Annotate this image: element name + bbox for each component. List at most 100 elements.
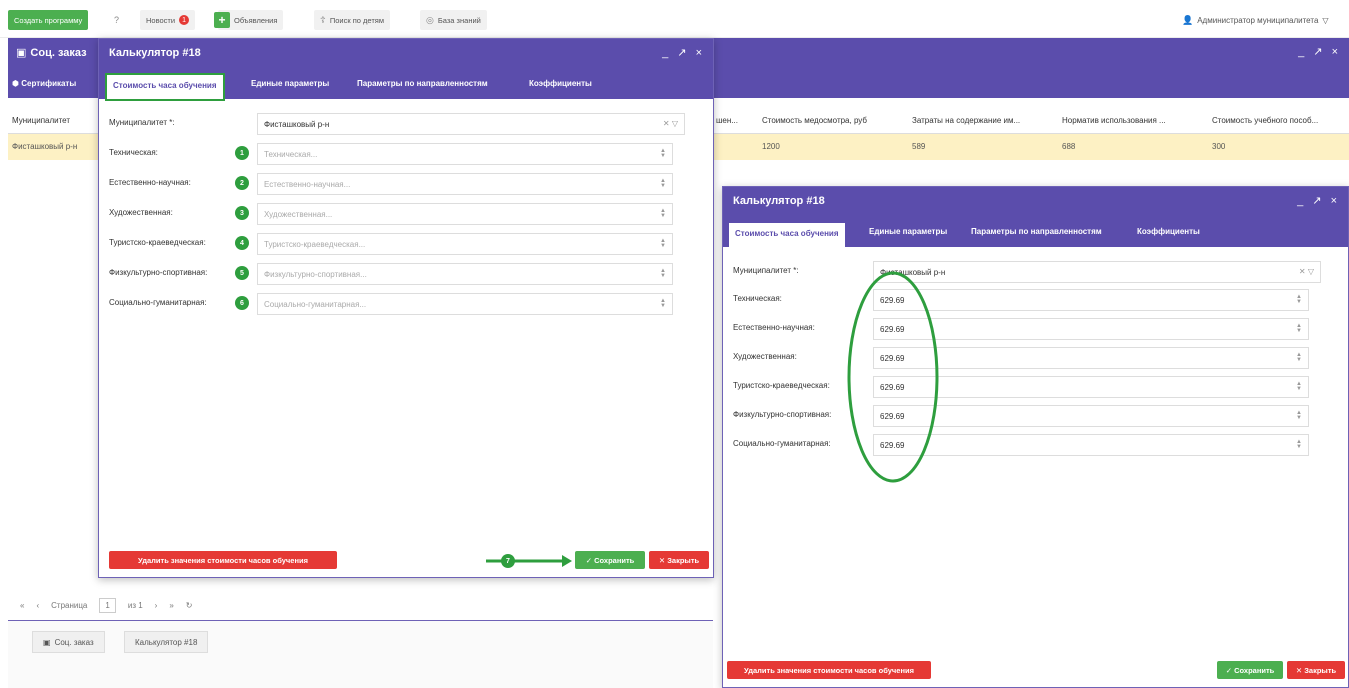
field-placeholder: Туристско-краеведческая... (264, 240, 366, 249)
column-header[interactable]: Стоимость учебного пособ... (1212, 116, 1344, 125)
user-menu[interactable]: 👤 Администратор муниципалитета ▽ (1176, 10, 1335, 30)
municipality-select[interactable]: Фисташковый р-н ✕ ▽ (257, 113, 685, 135)
tab-hour-cost[interactable]: Стоимость часа обучения (729, 223, 845, 247)
close-button[interactable]: ✕ Закрыть (649, 551, 709, 569)
save-button[interactable]: ✓ Сохранить (575, 551, 645, 569)
spinner-icon[interactable]: ▲ ▼ (1296, 410, 1302, 421)
window-controls[interactable]: _ ↗ × (662, 46, 705, 59)
news-badge: 1 (179, 15, 190, 25)
tourism-input[interactable]: Туристско-краеведческая... ▲ ▼ (257, 233, 673, 255)
news-button[interactable]: Новости 1 (140, 10, 196, 30)
save-label: ✓ Сохранить (1225, 665, 1275, 675)
municipality-label: Муниципалитет *: (109, 118, 175, 127)
dialog-tabs: Стоимость часа обучения Единые параметры… (99, 69, 713, 101)
field-label: Туристско-краеведческая: (109, 238, 206, 247)
clear-icon[interactable]: ✕ ▽ (663, 119, 678, 128)
next-page-icon[interactable]: › (155, 601, 158, 610)
field-label: Техническая: (733, 294, 782, 303)
tab-common-params[interactable]: Единые параметры (869, 227, 947, 236)
field-placeholder: Естественно-научная... (264, 180, 351, 189)
spinner-icon[interactable]: ▲ ▼ (660, 148, 666, 159)
window-icon: ▣ (16, 47, 27, 59)
step-number-badge: 6 (235, 296, 249, 310)
clear-icon[interactable]: ✕ ▽ (1299, 267, 1314, 276)
spinner-icon[interactable]: ▲ ▼ (1296, 439, 1302, 450)
spinner-icon[interactable]: ▲ ▼ (1296, 381, 1302, 392)
tab-hour-cost[interactable]: Стоимость часа обучения (105, 73, 225, 101)
dialog-title: Калькулятор #18 (109, 47, 201, 59)
taskbar-tab-social-order[interactable]: ▣ Соц. заказ (32, 631, 105, 653)
table-cell: 688 (1062, 142, 1076, 151)
page-input[interactable]: 1 (99, 598, 116, 613)
knowledge-base-button[interactable]: ◎ База знаний (420, 10, 487, 30)
field-label: Физкультурно-спортивная: (733, 410, 832, 419)
field-row: Художественная: 629.69 ▲ ▼ (733, 347, 1333, 369)
tab-direction-params[interactable]: Параметры по направленностям (357, 79, 488, 88)
tab-common-params[interactable]: Единые параметры (251, 79, 329, 88)
field-label: Художественная: (733, 352, 797, 361)
create-program-button[interactable]: Создать программу (8, 10, 89, 30)
spinner-icon[interactable]: ▲ ▼ (1296, 352, 1302, 363)
delete-values-button[interactable]: Удалить значения стоимости часов обучени… (727, 661, 931, 679)
spinner-icon[interactable]: ▲ ▼ (660, 178, 666, 189)
ads-button[interactable]: + Объявления (214, 10, 284, 30)
prev-page-icon[interactable]: ‹ (36, 601, 39, 610)
child-search-button[interactable]: ☦ Поиск по детям (314, 10, 390, 30)
field-row: Социально-гуманитарная: 6 Социально-гума… (109, 293, 689, 315)
sports-input[interactable]: Физкультурно-спортивная... ▲ ▼ (257, 263, 673, 285)
table-cell: 589 (912, 142, 926, 151)
spinner-icon[interactable]: ▲ ▼ (1296, 323, 1302, 334)
step-number-badge: 2 (235, 176, 249, 190)
spinner-icon[interactable]: ▲ ▼ (660, 298, 666, 309)
field-label: Социально-гуманитарная: (109, 298, 207, 307)
step-number-badge: 1 (235, 146, 249, 160)
tab-direction-params[interactable]: Параметры по направленностям (971, 227, 1102, 236)
field-row: Техническая: 629.69 ▲ ▼ (733, 289, 1333, 311)
window-controls[interactable]: _ ↗ × (1297, 194, 1340, 207)
close-label: ✕ Закрыть (658, 555, 700, 565)
field-label: Естественно-научная: (109, 178, 191, 187)
refresh-icon[interactable]: ↻ (186, 601, 193, 610)
step-number-badge: 4 (235, 236, 249, 250)
close-label: ✕ Закрыть (1295, 665, 1337, 675)
window-controls[interactable]: _ ↗ × (1298, 45, 1341, 58)
artistic-input[interactable]: Художественная... ▲ ▼ (257, 203, 673, 225)
column-header[interactable]: шен... (716, 116, 746, 125)
spinner-icon[interactable]: ▲ ▼ (1296, 294, 1302, 305)
close-button[interactable]: ✕ Закрыть (1287, 661, 1345, 679)
help-button[interactable]: ? (108, 10, 125, 30)
field-label: Естественно-научная: (733, 323, 815, 332)
natural-science-input[interactable]: Естественно-научная... ▲ ▼ (257, 173, 673, 195)
ads-label: Объявления (234, 15, 278, 25)
pagination: « ‹ Страница 1 из 1 › » ↻ (20, 598, 192, 613)
calculator-dialog-empty: Калькулятор #18 _ ↗ × Стоимость часа обу… (98, 38, 714, 578)
field-label: Художественная: (109, 208, 173, 217)
tab-coefficients[interactable]: Коэффициенты (1137, 227, 1200, 236)
spinner-icon[interactable]: ▲ ▼ (660, 268, 666, 279)
social-order-title: Соц. заказ (30, 46, 87, 59)
delete-values-button[interactable]: Удалить значения стоимости часов обучени… (109, 551, 337, 569)
field-row: Физкультурно-спортивная: 5 Физкультурно-… (109, 263, 689, 285)
step-number-badge: 5 (235, 266, 249, 280)
technical-input[interactable]: Техническая... ▲ ▼ (257, 143, 673, 165)
last-page-icon[interactable]: » (169, 601, 173, 610)
spinner-icon[interactable]: ▲ ▼ (660, 238, 666, 249)
tab-coefficients[interactable]: Коэффициенты (529, 79, 592, 88)
column-header[interactable]: Муниципалитет (12, 116, 92, 125)
column-header[interactable]: Норматив использования ... (1062, 116, 1202, 125)
field-row: Социально-гуманитарная: 629.69 ▲ ▼ (733, 434, 1333, 456)
field-label: Социально-гуманитарная: (733, 439, 831, 448)
field-placeholder: Техническая... (264, 150, 318, 159)
dialog-header: Калькулятор #18 _ ↗ × (723, 187, 1348, 217)
social-humanitarian-input[interactable]: Социально-гуманитарная... ▲ ▼ (257, 293, 673, 315)
tab-certificates[interactable]: ⬢ Сертификаты (12, 79, 76, 88)
field-placeholder: Физкультурно-спортивная... (264, 270, 367, 279)
column-header[interactable]: Затраты на содержание им... (912, 116, 1052, 125)
table-cell: 1200 (762, 142, 780, 151)
column-header[interactable]: Стоимость медосмотра, руб (762, 116, 902, 125)
spinner-icon[interactable]: ▲ ▼ (660, 208, 666, 219)
taskbar-tab-calculator[interactable]: Калькулятор #18 (124, 631, 209, 653)
field-row: Физкультурно-спортивная: 629.69 ▲ ▼ (733, 405, 1333, 427)
first-page-icon[interactable]: « (20, 601, 24, 610)
save-button[interactable]: ✓ Сохранить (1217, 661, 1283, 679)
